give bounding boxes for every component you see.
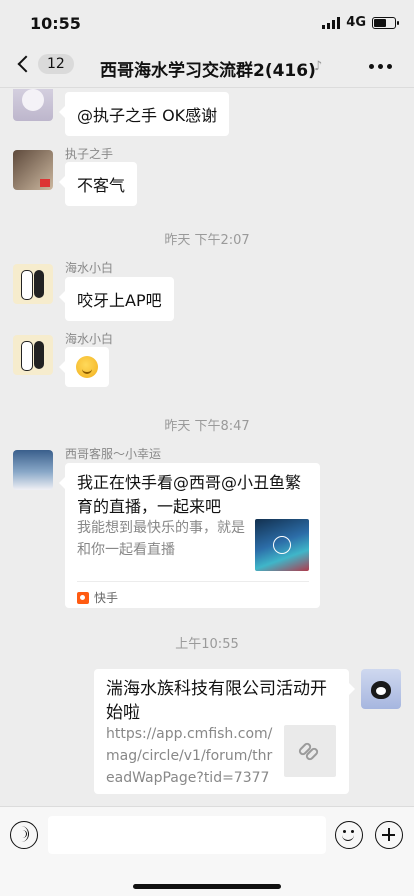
sender-name: 海水小白 (65, 261, 114, 275)
emoji-button[interactable] (335, 821, 363, 849)
camera-icon (273, 536, 291, 554)
chevron-left-icon (17, 55, 35, 73)
bell-off-icon: ♪ (314, 59, 323, 74)
card-title: 我正在快手看@西哥@小丑鱼繁育的直播，一起来吧 (77, 473, 302, 516)
sender-name: 海水小白 (65, 332, 114, 346)
status-icons: 4G (322, 15, 399, 30)
message-bubble[interactable]: @执子之手 OK感谢 (58, 92, 230, 136)
time-divider: 上午10:55 (175, 637, 239, 652)
network-label: 4G (346, 15, 366, 30)
chat-header: 12 西哥海水学习交流群2(416) ♪ (0, 44, 414, 88)
cat-avatar[interactable] (13, 89, 53, 121)
link-title: 湍海水族科技有限公司活动开始啦 (106, 679, 327, 723)
status-time: 10:55 (30, 14, 81, 33)
grin-sweat-emoji (76, 356, 98, 378)
share-card[interactable]: 我正在快手看@西哥@小丑鱼繁育的直播，一起来吧 我能想到最快乐的事，就是和你一起… (59, 463, 320, 608)
unread-count-badge: 12 (38, 54, 74, 74)
status-bar: 10:55 4G (0, 0, 414, 44)
sender-name: 执子之手 (65, 147, 114, 161)
battery-icon (372, 16, 399, 29)
more-button[interactable] (369, 64, 392, 69)
card-source: 快手 (77, 589, 118, 606)
input-bar (0, 806, 414, 896)
kuaishou-icon (77, 591, 89, 604)
back-button[interactable]: 12 (14, 54, 74, 74)
voice-button[interactable] (10, 821, 38, 849)
message-list[interactable]: @执子之手 OK感谢 执子之手 不客气 昨天 下午2:07 海水小白 咬牙上AP… (0, 89, 414, 806)
lake-avatar[interactable] (13, 450, 53, 490)
card-description: 我能想到最快乐的事，就是和你一起看直播 (77, 520, 245, 558)
more-icon (369, 64, 374, 69)
group-title: 西哥海水学习交流群2(416) (100, 61, 316, 81)
sender-name: 西哥客服～小幸运 (65, 447, 162, 461)
couple-avatar[interactable] (13, 150, 53, 190)
message-bubble[interactable]: 咬牙上AP吧 (59, 277, 174, 321)
plus-button[interactable] (375, 821, 403, 849)
hai-avatar[interactable] (13, 335, 53, 375)
link-thumbnail (284, 725, 336, 777)
message-input[interactable] (48, 816, 326, 854)
hai-avatar[interactable] (13, 264, 53, 304)
video-thumbnail (255, 519, 309, 571)
card-source-label: 快手 (94, 591, 119, 605)
time-divider: 昨天 下午2:07 (164, 233, 250, 248)
link-icon (297, 741, 320, 762)
message-bubble[interactable]: 不客气 (58, 162, 138, 206)
home-indicator (133, 884, 281, 889)
time-divider: 昨天 下午8:47 (164, 419, 250, 434)
link-card[interactable]: 湍海水族科技有限公司活动开始啦 https://app.cmfish.com/m… (94, 669, 355, 794)
signal-icon (322, 16, 341, 29)
message-bubble[interactable] (59, 347, 109, 387)
dog-avatar[interactable] (361, 669, 401, 709)
link-url: https://app.cmfish.com/mag/circle/v1/for… (106, 726, 273, 786)
